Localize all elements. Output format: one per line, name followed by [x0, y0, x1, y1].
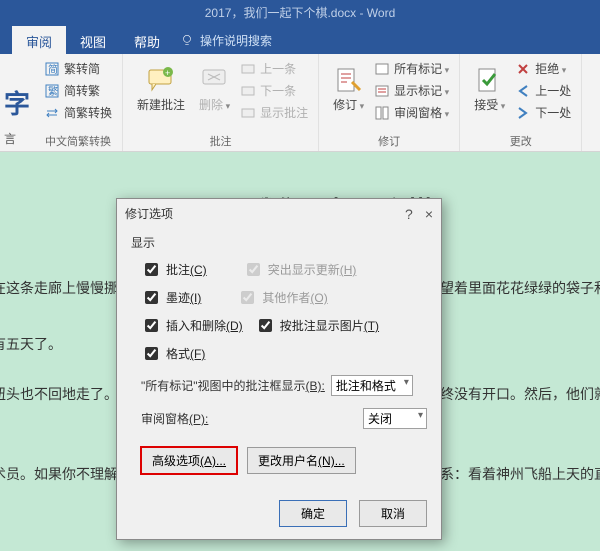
cmd-reviewing-pane[interactable]: 审阅窗格: [374, 104, 449, 121]
checkbox-insertions-deletions[interactable]: 插入和删除(D): [141, 316, 243, 335]
group-comments: + 新建批注 删除 上一条 下一条: [123, 54, 319, 151]
cmd-next-change[interactable]: 下一处: [515, 104, 571, 121]
cmd-reject[interactable]: 拒绝: [515, 60, 571, 77]
group-changes: 接受 拒绝 上一处 下一处 更改: [460, 54, 582, 151]
svg-text:+: +: [165, 68, 170, 78]
ribbon: 字 简 繁转简 繁 简转繁: [0, 54, 600, 152]
group-tracking: 修订 所有标记 显示标记 审阅窗格 修订: [319, 54, 460, 151]
char-glyph: 字: [4, 84, 30, 121]
cmd-convert[interactable]: 简繁转换: [44, 104, 112, 121]
group-chinese-conversion: 简 繁转简 繁 简转繁 简繁转换 中文简繁转换: [34, 54, 123, 151]
close-icon[interactable]: ×: [425, 206, 433, 222]
tab-help[interactable]: 帮助: [120, 26, 174, 55]
reject-icon: [515, 61, 531, 77]
body-text-3l: 扭头也不回地走了。: [0, 378, 118, 412]
change-username-button[interactable]: 更改用户名(N)...: [247, 447, 356, 474]
cmd-show-comments: 显示批注: [240, 104, 308, 121]
cmd-track-changes[interactable]: 修订: [329, 58, 368, 121]
dialog-titlebar[interactable]: 修订选项 ? ×: [117, 199, 441, 228]
body-text-4l: 术员。如果你不理解: [0, 458, 118, 492]
edge-label: 言: [0, 128, 20, 149]
label-reviewing-pane: 审阅窗格(P):: [141, 410, 208, 427]
cmd-to-traditional[interactable]: 繁 简转繁: [44, 82, 112, 99]
cmd-accept[interactable]: 接受: [470, 58, 509, 121]
next-change-icon: [515, 105, 531, 121]
cmd-prev-change[interactable]: 上一处: [515, 82, 571, 99]
checkbox-ink[interactable]: 墨迹(I): [141, 288, 201, 307]
accept-icon: [475, 66, 505, 94]
cmd-display-for-review[interactable]: 所有标记: [374, 60, 449, 77]
next-comment-icon: [240, 83, 256, 99]
svg-text:简: 简: [48, 63, 58, 76]
prev-comment-icon: [240, 61, 256, 77]
checkbox-formatting[interactable]: 格式(F): [141, 344, 205, 363]
show-comments-icon: [240, 105, 256, 121]
new-comment-icon: +: [146, 66, 176, 94]
tab-view[interactable]: 视图: [66, 26, 120, 55]
svg-text:繁: 繁: [48, 85, 58, 98]
cmd-next-comment: 下一条: [240, 82, 308, 99]
body-text-1l: 在这条走廊上慢慢挪: [0, 272, 118, 306]
help-icon[interactable]: ?: [405, 206, 413, 222]
ok-button[interactable]: 确定: [279, 500, 347, 527]
advanced-options-button[interactable]: 高级选项(A)...: [141, 447, 237, 474]
body-text-3r: 最终没有开口。然后，他们就: [426, 378, 600, 412]
convert-icon: [44, 105, 60, 121]
cmd-prev-comment: 上一条: [240, 60, 308, 77]
select-balloons[interactable]: 批注和格式: [331, 375, 413, 396]
tell-me-search[interactable]: 操作说明搜索: [200, 32, 272, 49]
dialog-title: 修订选项: [125, 205, 173, 222]
checkbox-comments[interactable]: 批注(C): [141, 260, 207, 279]
group-label-changes: 更改: [470, 130, 571, 149]
body-text-1r: 芹望着里面花花绿绿的袋子和: [426, 272, 600, 306]
body-text-4r: 关系：看着神州飞船上天的直: [426, 458, 600, 492]
group-label-lang: 中文简繁转换: [44, 130, 112, 149]
checkbox-highlight-updates: 突出显示更新(H): [243, 260, 357, 279]
track-changes-options-dialog: 修订选项 ? × 显示 批注(C) 突出显示更新(H) 墨迹(I): [116, 198, 442, 540]
cmd-to-simplified[interactable]: 简 繁转简: [44, 60, 112, 77]
track-changes-icon: [334, 66, 364, 94]
window-titlebar: 2017，我们一起下个棋.docx - Word: [0, 0, 600, 26]
cmd-new-comment[interactable]: + 新建批注: [133, 58, 189, 121]
document-title: 2017，我们一起下个棋.docx - Word: [205, 6, 396, 20]
reviewing-pane-icon: [374, 105, 390, 121]
tab-review[interactable]: 审阅: [12, 26, 66, 55]
markup-dropdown-icon: [374, 61, 390, 77]
lightbulb-icon: [180, 33, 194, 47]
traditional-icon: 繁: [44, 83, 60, 99]
checkbox-other-authors: 其他作者(O): [237, 288, 327, 307]
cmd-delete-comment: 删除: [195, 58, 234, 121]
prev-change-icon: [515, 83, 531, 99]
cancel-button[interactable]: 取消: [359, 500, 427, 527]
select-reviewing-pane[interactable]: 关闭: [363, 408, 427, 429]
body-text-2l: 有五天了。: [0, 328, 62, 362]
checkbox-pictures-by-comment[interactable]: 按批注显示图片(T): [255, 316, 379, 335]
cmd-show-markup[interactable]: 显示标记: [374, 82, 449, 99]
section-display: 显示: [131, 234, 427, 251]
label-balloons: "所有标记"视图中的批注框显示(B):: [141, 377, 325, 394]
delete-comment-icon: [200, 66, 230, 94]
show-markup-icon: [374, 83, 390, 99]
simplified-icon: 简: [44, 61, 60, 77]
ribbon-tabstrip: 审阅 视图 帮助 操作说明搜索: [0, 26, 600, 54]
group-label-comments: 批注: [133, 130, 308, 149]
group-label-tracking: 修订: [329, 130, 449, 149]
